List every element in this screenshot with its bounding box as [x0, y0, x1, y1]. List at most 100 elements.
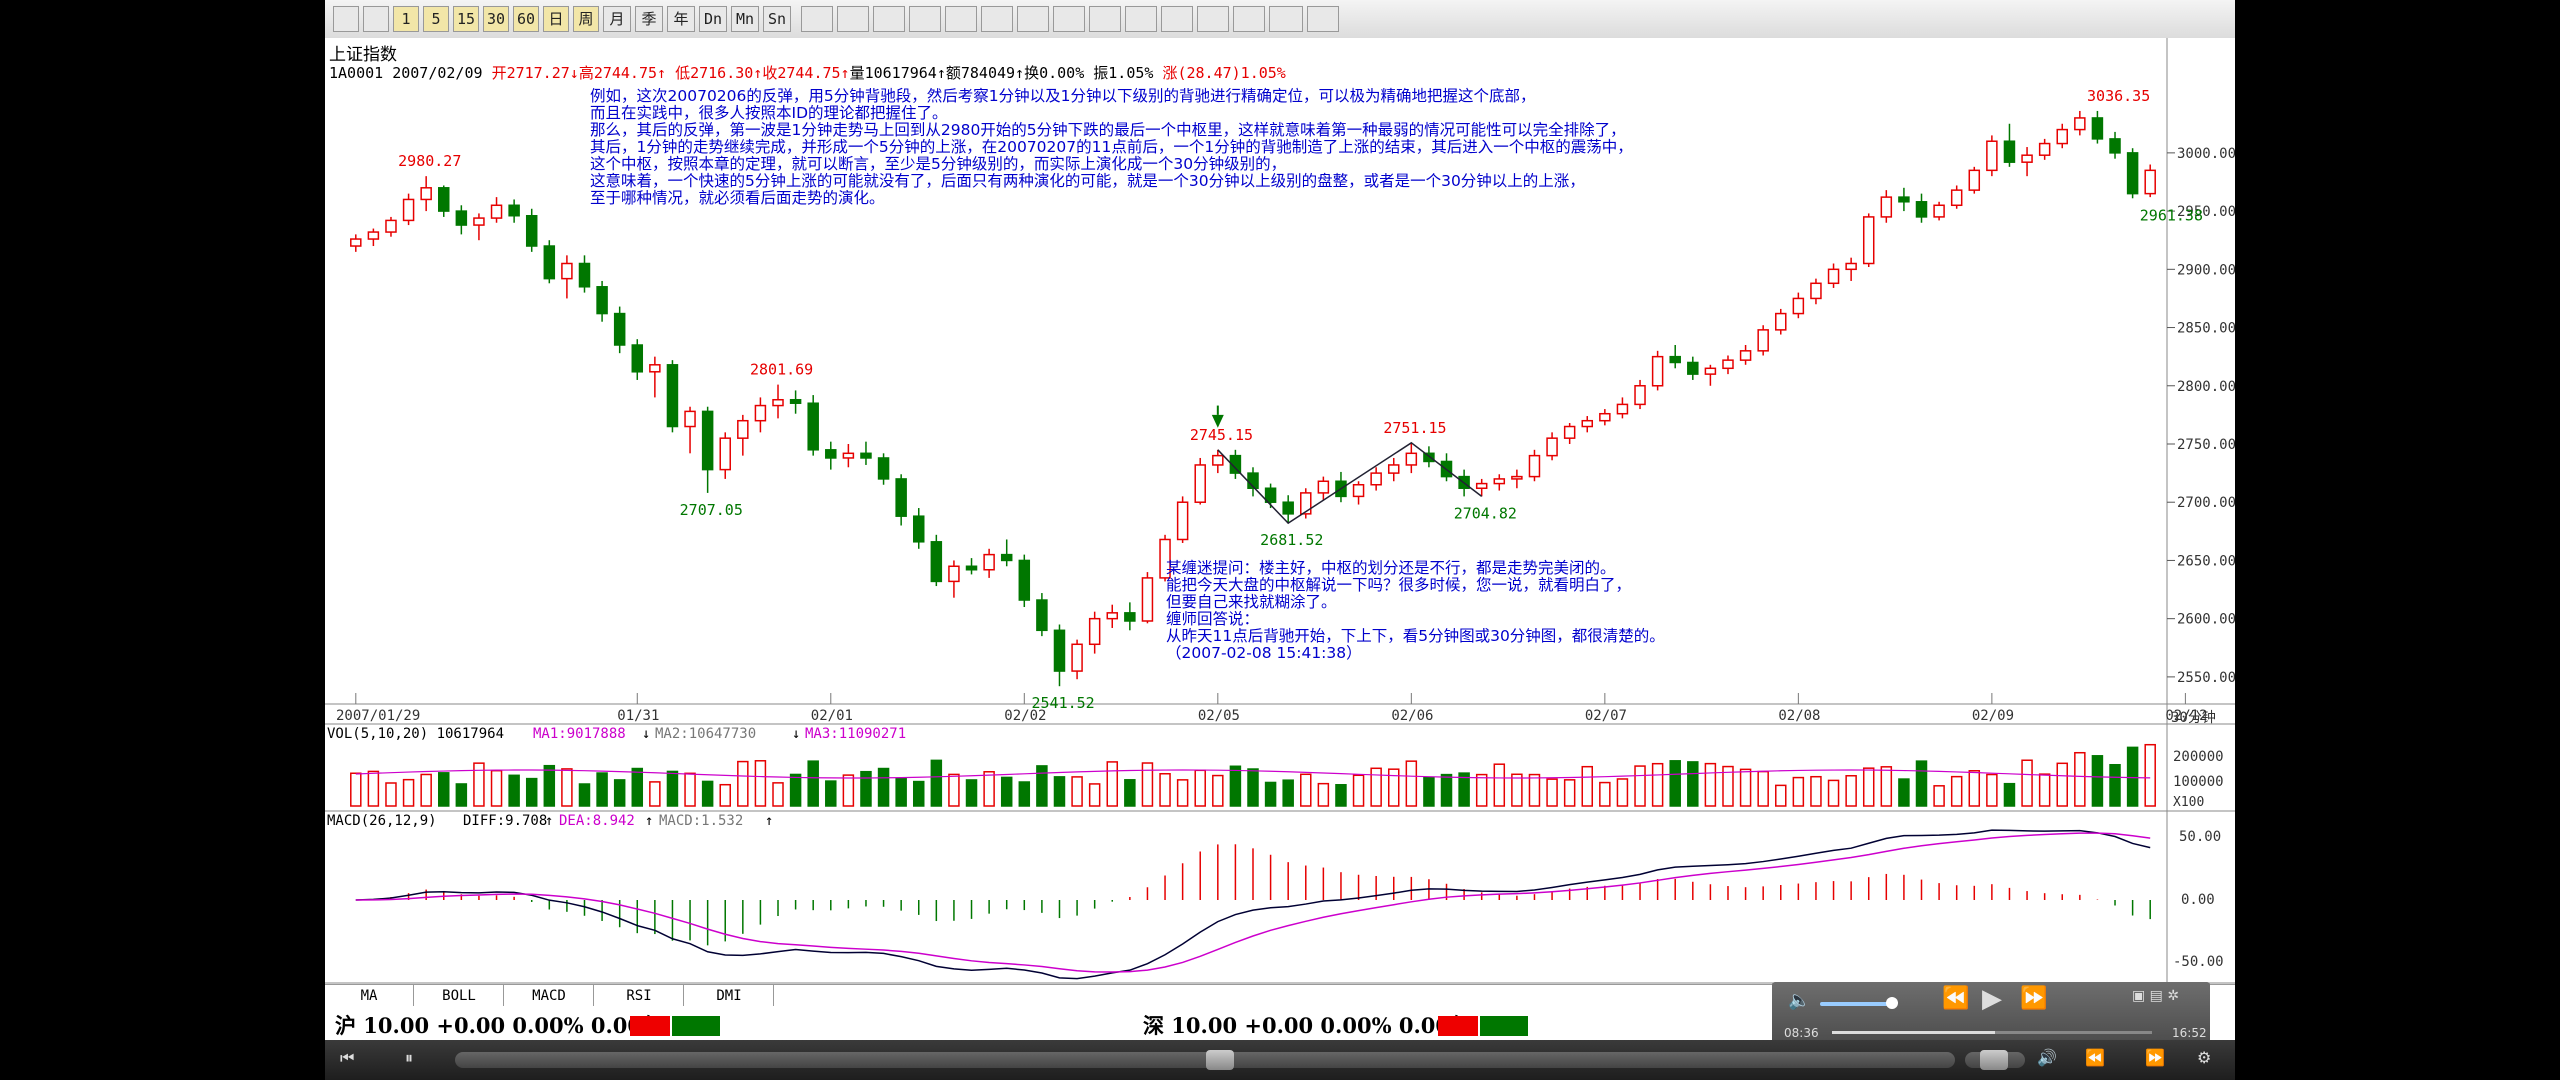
period-button-2[interactable]: 15: [453, 6, 479, 32]
rect-tool-icon[interactable]: [1053, 6, 1085, 32]
candle-body: [1687, 361, 1699, 375]
volume-bar: [772, 782, 784, 807]
candle-body: [1722, 359, 1734, 370]
player-progress-track[interactable]: [1832, 1031, 2152, 1034]
seek-thumb[interactable]: [1206, 1050, 1234, 1070]
ellipse-tool-icon[interactable]: [1089, 6, 1121, 32]
volume-bar: [1352, 774, 1365, 807]
pause-icon[interactable]: ⏸: [405, 1048, 413, 1068]
annotation-mid-line: 从昨天11点后背驰开始，下上下，看5分钟图或30分钟图，都很清楚的。: [1166, 627, 1665, 645]
volume-bar: [1687, 761, 1699, 807]
period-button-7[interactable]: 月: [603, 6, 631, 32]
indicator-tab-boll[interactable]: BOLL: [415, 985, 504, 1007]
period-button-0[interactable]: 1: [393, 6, 419, 32]
chart-type-button-2[interactable]: [363, 6, 389, 32]
period-button-12[interactable]: Sn: [763, 6, 791, 32]
fast-forward-icon[interactable]: ⏩: [2020, 986, 2047, 1011]
candle-body: [1739, 350, 1752, 361]
volume-bar: [1300, 773, 1312, 807]
volume-bar: [1088, 783, 1101, 807]
period-button-6[interactable]: 周: [573, 6, 599, 32]
copy-tool-icon[interactable]: [1161, 6, 1193, 32]
rewind-icon[interactable]: ⏪: [1942, 986, 1969, 1011]
volume-bar: [596, 772, 608, 807]
speaker-icon[interactable]: 🔊: [2037, 1048, 2057, 1067]
candle-body: [1370, 472, 1382, 486]
previous-icon[interactable]: ⏮: [340, 1048, 354, 1068]
volume-bar: [1581, 765, 1594, 807]
volume-bar: [701, 780, 714, 807]
play-icon[interactable]: ▶: [1982, 984, 2002, 1014]
candle-body: [1810, 282, 1822, 300]
eraser-tool-icon[interactable]: [1197, 6, 1229, 32]
price-annotation: 2801.69: [750, 361, 813, 379]
volume-bar: [1405, 760, 1418, 807]
volume-bar: [1370, 767, 1382, 807]
volume-slider[interactable]: [1820, 1002, 1892, 1006]
fib-tool-icon[interactable]: [1017, 6, 1049, 32]
candle-body: [1511, 475, 1523, 480]
candle-body: [1317, 480, 1330, 494]
candle-body: [666, 364, 679, 428]
step-forward-icon[interactable]: ⏩: [2145, 1048, 2165, 1067]
chart-type-button-1[interactable]: [333, 6, 359, 32]
hline-tool-icon[interactable]: [873, 6, 905, 32]
candle-body: [1493, 478, 1506, 485]
candle-body: [385, 219, 397, 233]
volume-bar: [842, 774, 855, 807]
step-back-icon[interactable]: ⏪: [2085, 1048, 2105, 1067]
period-button-8[interactable]: 季: [635, 6, 663, 32]
volume-bar: [473, 762, 485, 807]
fan-tool-icon[interactable]: [945, 6, 977, 32]
period-button-5[interactable]: 日: [543, 6, 569, 32]
indicator-tab-rsi[interactable]: RSI: [595, 985, 684, 1007]
candle-body: [455, 210, 468, 226]
period-button-1[interactable]: 5: [423, 6, 449, 32]
toolbar: 1 5 15 30 60 日周月季年 Dn Mn Sn: [325, 0, 2235, 39]
candle-body: [420, 187, 432, 201]
volume-icon[interactable]: 🔈: [1788, 990, 1810, 1011]
seek-bar[interactable]: ⏮ ⏸ 🔊 ⏪ ⏩ ⚙: [325, 1040, 2235, 1080]
text-tool-icon[interactable]: [1125, 6, 1157, 32]
volume-bar: [1704, 762, 1717, 807]
volume-bar: [1229, 765, 1242, 807]
annotation-top-line: 至于哪种情况，就必须看后面走势的演化。: [590, 189, 885, 207]
annotation-top-line: 这个中枢，按照本章的定理，就可以断言，至少是5分钟级别的，而实际上演化成一个30…: [590, 155, 1287, 173]
color-tool-icon[interactable]: [1233, 6, 1265, 32]
volume-bar: [1739, 768, 1752, 807]
palette-tool-icon[interactable]: [1269, 6, 1303, 32]
candle-body: [1616, 403, 1629, 415]
indicator-tab-ma[interactable]: MA: [325, 985, 414, 1007]
price-annotation: 2980.27: [398, 152, 461, 170]
channel-tool-icon[interactable]: [981, 6, 1013, 32]
annotation-mid-line: 某缠迷提问：楼主好，中枢的划分还是不行，都是走势完美闭的。: [1166, 559, 1616, 577]
candle-body: [1862, 216, 1875, 265]
line-tool-icon[interactable]: [837, 6, 869, 32]
period-button-3[interactable]: 30: [483, 6, 509, 32]
annotation-mid: 某缠迷提问：楼主好，中枢的划分还是不行，都是走势完美闭的。 能把今天大盘的中枢解说…: [1166, 560, 1665, 662]
vline-tool-icon[interactable]: [909, 6, 941, 32]
settings-icon[interactable]: ⚙: [2197, 1048, 2211, 1067]
volume-bar: [2003, 782, 2016, 807]
volume-thumb[interactable]: [1980, 1050, 2008, 1070]
period-button-4[interactable]: 60: [513, 6, 539, 32]
price-annotation: 2541.52: [1031, 694, 1094, 712]
seek-track[interactable]: [455, 1052, 1955, 1068]
candle-body: [1845, 262, 1857, 271]
period-button-11[interactable]: Mn: [731, 6, 759, 32]
volume-knob[interactable]: [1886, 997, 1898, 1009]
indicator-tab-macd[interactable]: MACD: [505, 985, 594, 1007]
period-button-9[interactable]: 年: [667, 6, 695, 32]
time-total: 16:52: [2172, 1026, 2207, 1040]
candle-body: [1898, 196, 1910, 203]
volume-bar: [455, 783, 468, 807]
window-icons[interactable]: ▣ ▤ ✲: [2132, 988, 2179, 1004]
period-button-10[interactable]: Dn: [699, 6, 727, 32]
ytick-label: 2650.00: [2177, 553, 2235, 569]
macd-dea: DEA:8.942: [559, 813, 635, 829]
indicator-tab-dmi[interactable]: DMI: [685, 985, 774, 1007]
select-tool-icon[interactable]: [801, 6, 833, 32]
save-tool-icon[interactable]: [1307, 6, 1339, 32]
candle-body: [613, 312, 626, 346]
volume-bar: [420, 773, 432, 807]
